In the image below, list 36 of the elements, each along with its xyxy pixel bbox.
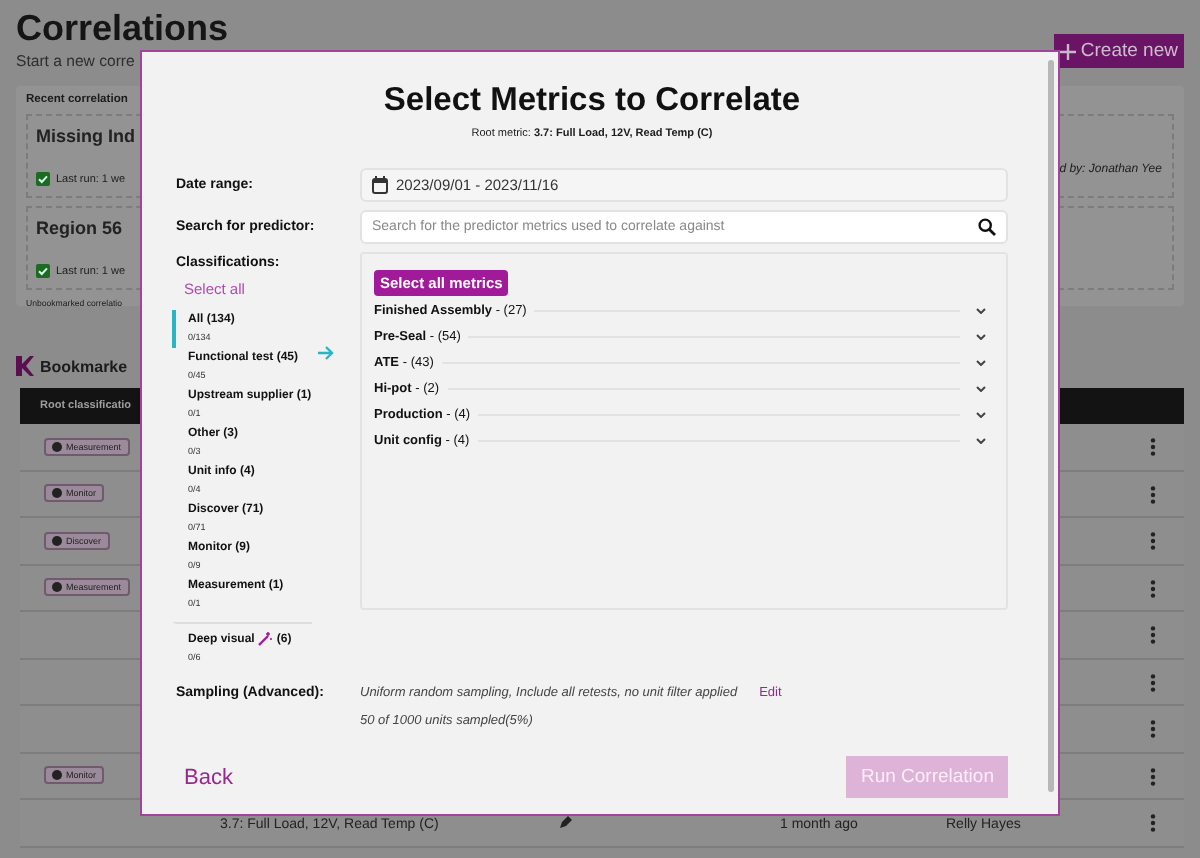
page-title: Correlations: [16, 8, 229, 50]
section-title: Bookmarke: [40, 357, 128, 375]
card-title: Region 56: [36, 218, 123, 238]
more-icon[interactable]: [1150, 720, 1156, 738]
tag-icon: [52, 582, 62, 593]
card-title: Missing Ind: [36, 126, 135, 146]
more-icon[interactable]: [1150, 579, 1156, 597]
tag-icon: [52, 535, 62, 546]
arrow-right-icon: [318, 346, 334, 360]
magic-wand-icon: [258, 632, 273, 646]
more-icon[interactable]: [1150, 673, 1156, 691]
plus-icon: [1060, 43, 1077, 59]
more-icon[interactable]: [1150, 485, 1156, 503]
check-icon: [36, 264, 50, 278]
chevron-icon[interactable]: [976, 334, 986, 340]
tag-icon: [52, 488, 62, 499]
more-icon[interactable]: [1150, 767, 1156, 785]
chevron-icon[interactable]: [976, 360, 986, 366]
more-icon[interactable]: [1150, 626, 1156, 644]
scrollbar[interactable]: [1048, 60, 1054, 792]
chevron-icon[interactable]: [976, 438, 986, 444]
search-icon[interactable]: [978, 218, 996, 236]
more-icon[interactable]: [1150, 532, 1156, 550]
create-new-button[interactable]: Create new: [1054, 34, 1184, 68]
tag-icon: [52, 770, 62, 781]
more-icon[interactable]: [1150, 438, 1156, 456]
check-icon: [36, 172, 50, 186]
bookmark-logo-icon: [16, 356, 34, 376]
tag-icon: [52, 441, 62, 452]
chevron-icon[interactable]: [976, 386, 986, 392]
back-button[interactable]: Back: [184, 765, 233, 789]
chevron-icon[interactable]: [976, 308, 986, 314]
more-icon[interactable]: [1150, 814, 1156, 832]
calendar-icon: [372, 176, 388, 194]
chevron-icon[interactable]: [976, 412, 986, 418]
dialog-title: Select Metrics to Correlate: [381, 82, 803, 120]
